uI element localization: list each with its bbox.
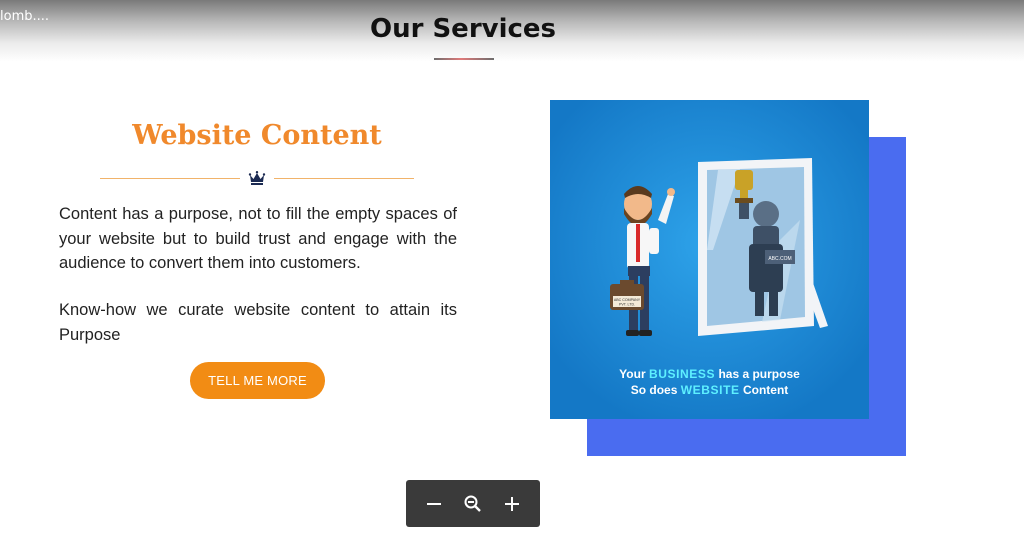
service-purpose-text: Know-how we curate website content to at… bbox=[59, 301, 457, 344]
caption-line-1: Your BUSINESS has a purpose bbox=[619, 367, 800, 381]
title-underline bbox=[434, 58, 494, 60]
zoom-out-button[interactable] bbox=[419, 489, 449, 519]
page-title: Our Services bbox=[369, 14, 557, 44]
svg-text:PVT. LTD.: PVT. LTD. bbox=[619, 303, 635, 307]
divider-left bbox=[100, 178, 240, 179]
service-description: Content has a purpose, not to fill the e… bbox=[59, 205, 457, 272]
divider-right bbox=[274, 178, 414, 179]
service-heading: Website Content bbox=[132, 120, 382, 151]
plus-icon bbox=[505, 496, 520, 511]
magnifier-icon bbox=[464, 495, 481, 512]
zoom-reset-button[interactable] bbox=[458, 489, 488, 519]
service-illustration: ABC.COM ABC COMPANY PVT. LTD. Your BUSIN… bbox=[550, 100, 869, 419]
crown-icon bbox=[248, 171, 266, 185]
zoom-in-button[interactable] bbox=[497, 489, 527, 519]
zoom-toolbar bbox=[406, 480, 540, 527]
svg-text:ABC.COM: ABC.COM bbox=[768, 256, 791, 262]
minus-icon bbox=[426, 502, 441, 505]
svg-text:ABC COMPANY: ABC COMPANY bbox=[614, 298, 641, 302]
caption-line-2: So does WEBSITE Content bbox=[630, 383, 789, 397]
window-title: lomb.... bbox=[0, 9, 50, 24]
tell-me-more-button[interactable]: TELL ME MORE bbox=[190, 362, 325, 399]
